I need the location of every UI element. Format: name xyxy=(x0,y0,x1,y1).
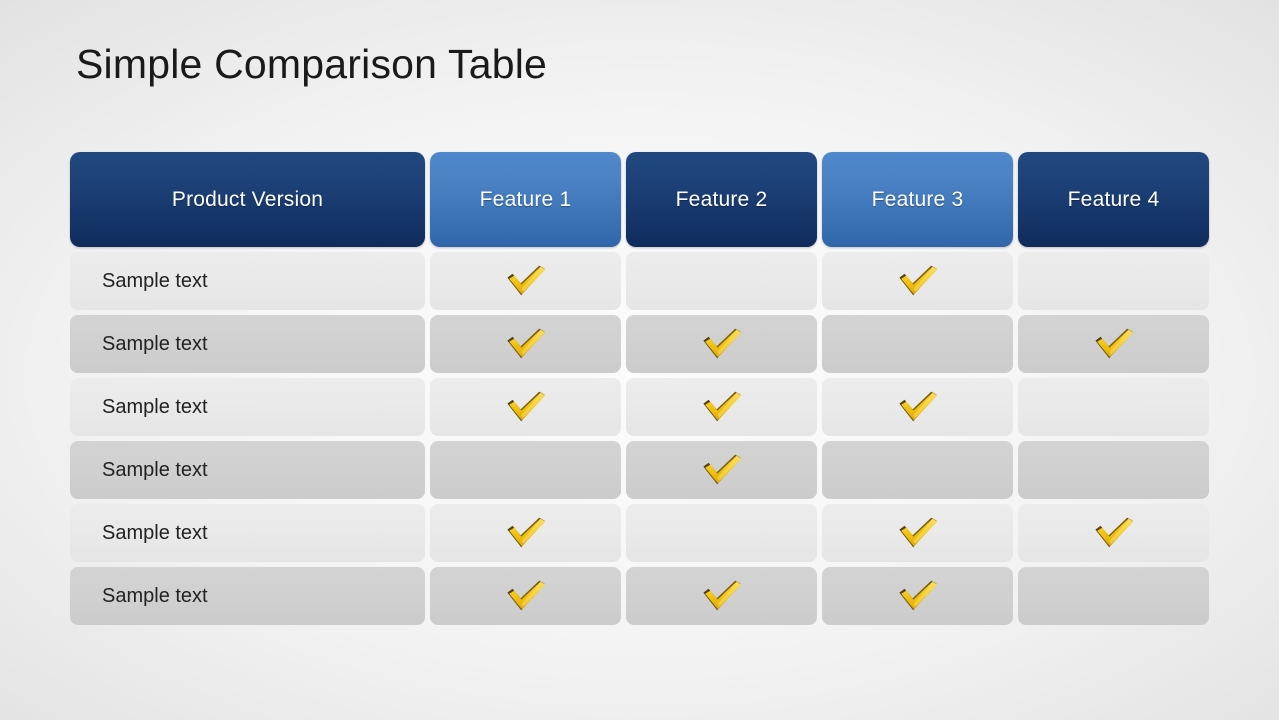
table-row: Sample text xyxy=(70,252,1209,310)
table-row: Sample text xyxy=(70,567,1209,625)
row-label: Sample text xyxy=(102,332,208,355)
check-mark-icon xyxy=(503,263,549,299)
check-mark-icon xyxy=(506,517,545,548)
column-header-label: Feature 4 xyxy=(1067,187,1160,211)
column-header-label: Feature 3 xyxy=(871,187,964,211)
feature-2-cell[interactable] xyxy=(626,504,817,562)
comparison-table: Product Version Feature 1 Feature 2 Feat… xyxy=(70,152,1209,625)
check-mark-icon xyxy=(506,328,545,359)
feature-2-cell[interactable] xyxy=(626,315,817,373)
check-mark-icon xyxy=(503,515,549,551)
table-body: Sample text Sample text Sample text Samp… xyxy=(70,252,1209,625)
check-mark-icon xyxy=(506,580,545,611)
check-mark-icon xyxy=(898,265,937,296)
check-mark-icon xyxy=(898,517,937,548)
feature-4-cell[interactable] xyxy=(1018,567,1209,625)
row-label-cell[interactable]: Sample text xyxy=(70,315,425,373)
feature-3-cell[interactable] xyxy=(822,378,1013,436)
row-label-cell[interactable]: Sample text xyxy=(70,441,425,499)
feature-1-cell[interactable] xyxy=(430,441,621,499)
column-header-feature-2[interactable]: Feature 2 xyxy=(626,152,817,247)
check-mark-icon xyxy=(702,454,741,485)
check-mark-icon xyxy=(1091,515,1137,551)
column-header-feature-4[interactable]: Feature 4 xyxy=(1018,152,1209,247)
row-label-cell[interactable]: Sample text xyxy=(70,378,425,436)
feature-1-cell[interactable] xyxy=(430,378,621,436)
column-header-feature-3[interactable]: Feature 3 xyxy=(822,152,1013,247)
column-header-label: Feature 1 xyxy=(479,187,572,211)
feature-2-cell[interactable] xyxy=(626,252,817,310)
row-label: Sample text xyxy=(102,584,208,607)
check-mark-icon xyxy=(506,391,545,422)
table-header-row: Product Version Feature 1 Feature 2 Feat… xyxy=(70,152,1209,247)
row-label: Sample text xyxy=(102,395,208,418)
check-mark-icon xyxy=(895,515,941,551)
check-mark-icon xyxy=(1094,328,1133,359)
page-title: Simple Comparison Table xyxy=(76,41,548,87)
feature-1-cell[interactable] xyxy=(430,567,621,625)
check-mark-icon xyxy=(503,578,549,614)
row-label-cell[interactable]: Sample text xyxy=(70,504,425,562)
feature-4-cell[interactable] xyxy=(1018,504,1209,562)
feature-4-cell[interactable] xyxy=(1018,252,1209,310)
feature-3-cell[interactable] xyxy=(822,315,1013,373)
feature-3-cell[interactable] xyxy=(822,504,1013,562)
check-mark-icon xyxy=(699,389,745,425)
feature-1-cell[interactable] xyxy=(430,252,621,310)
feature-3-cell[interactable] xyxy=(822,567,1013,625)
feature-2-cell[interactable] xyxy=(626,378,817,436)
row-label: Sample text xyxy=(102,269,208,292)
feature-2-cell[interactable] xyxy=(626,567,817,625)
column-header-label: Feature 2 xyxy=(675,187,768,211)
table-row: Sample text xyxy=(70,441,1209,499)
check-mark-icon xyxy=(1091,326,1137,362)
feature-4-cell[interactable] xyxy=(1018,441,1209,499)
table-row: Sample text xyxy=(70,504,1209,562)
check-mark-icon xyxy=(898,391,937,422)
row-label-cell[interactable]: Sample text xyxy=(70,252,425,310)
column-header-product-version[interactable]: Product Version xyxy=(70,152,425,247)
feature-1-cell[interactable] xyxy=(430,315,621,373)
check-mark-icon xyxy=(702,328,741,359)
check-mark-icon xyxy=(895,578,941,614)
check-mark-icon xyxy=(702,580,741,611)
slide-canvas: Simple Comparison Table Product Version … xyxy=(0,0,1279,720)
feature-4-cell[interactable] xyxy=(1018,378,1209,436)
table-row: Sample text xyxy=(70,315,1209,373)
check-mark-icon xyxy=(895,389,941,425)
feature-2-cell[interactable] xyxy=(626,441,817,499)
row-label: Sample text xyxy=(102,458,208,481)
row-label: Sample text xyxy=(102,521,208,544)
feature-3-cell[interactable] xyxy=(822,252,1013,310)
column-header-feature-1[interactable]: Feature 1 xyxy=(430,152,621,247)
check-mark-icon xyxy=(1094,517,1133,548)
column-header-label: Product Version xyxy=(171,187,324,211)
check-mark-icon xyxy=(699,452,745,488)
check-mark-icon xyxy=(895,263,941,299)
feature-4-cell[interactable] xyxy=(1018,315,1209,373)
feature-3-cell[interactable] xyxy=(822,441,1013,499)
check-mark-icon xyxy=(898,580,937,611)
feature-1-cell[interactable] xyxy=(430,504,621,562)
table-row: Sample text xyxy=(70,378,1209,436)
check-mark-icon xyxy=(506,265,545,296)
check-mark-icon xyxy=(699,578,745,614)
row-label-cell[interactable]: Sample text xyxy=(70,567,425,625)
check-mark-icon xyxy=(702,391,741,422)
check-mark-icon xyxy=(503,389,549,425)
check-mark-icon xyxy=(503,326,549,362)
check-mark-icon xyxy=(699,326,745,362)
